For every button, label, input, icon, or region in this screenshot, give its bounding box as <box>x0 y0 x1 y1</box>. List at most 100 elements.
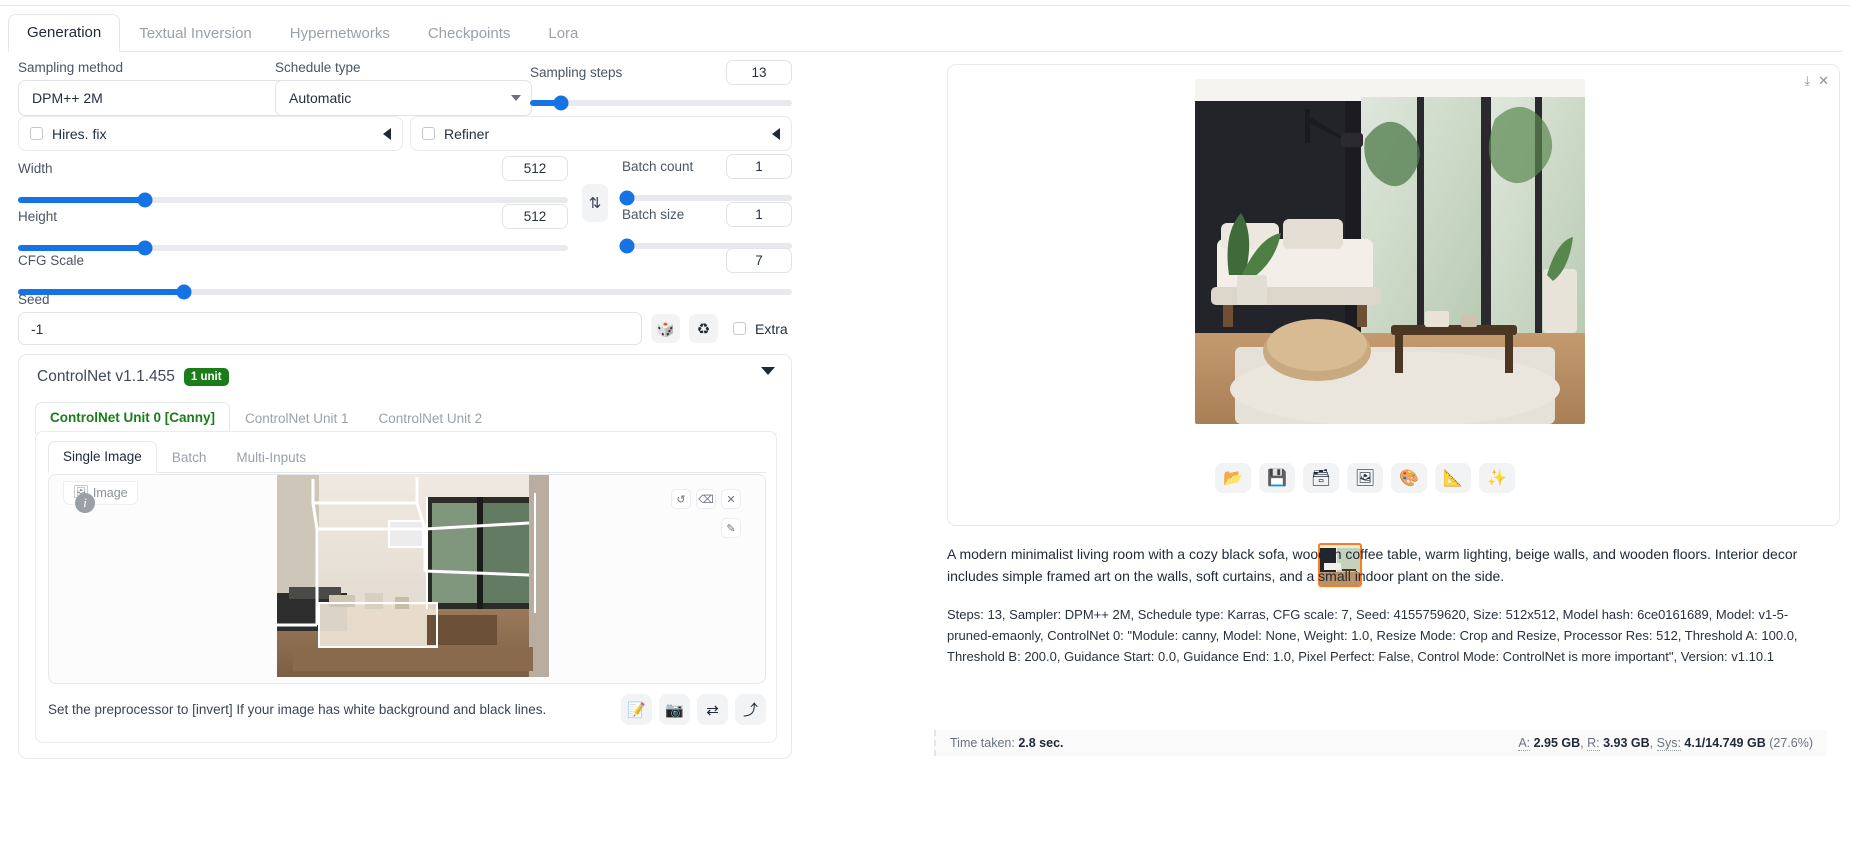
result-toolbar: 📂 💾 🗃 🖼 🎨 📐 ✨ <box>1215 463 1515 493</box>
extra-label: Extra <box>755 320 788 337</box>
time-taken-label: Time taken: <box>950 736 1015 750</box>
seed-group: Seed -1 🎲 ♻ Extra <box>18 292 792 345</box>
recycle-icon[interactable]: ♻ <box>689 314 718 343</box>
height-label: Height <box>18 209 58 224</box>
triangular-ruler-icon[interactable]: 📐 <box>1435 463 1471 493</box>
tab-controlnet-unit-0[interactable]: ControlNet Unit 0 [Canny] <box>35 402 230 434</box>
send-arrow-icon[interactable]: ⤴ <box>735 694 766 725</box>
generated-image[interactable] <box>1195 79 1585 424</box>
tab-lora[interactable]: Lora <box>529 15 597 52</box>
width-group: Width 512 <box>18 156 568 208</box>
system-memory-label: Sys: <box>1656 736 1681 751</box>
width-value[interactable]: 512 <box>502 156 568 181</box>
slider-track <box>619 190 792 206</box>
tab-generation[interactable]: Generation <box>8 14 121 52</box>
tab-hypernetworks[interactable]: Hypernetworks <box>271 15 409 52</box>
palette-icon[interactable]: 🎨 <box>1391 463 1427 493</box>
sparkles-icon[interactable]: ✨ <box>1479 463 1515 493</box>
controlnet-unit-tabs: ControlNet Unit 0 [Canny] ControlNet Uni… <box>35 402 777 434</box>
save-icon[interactable]: 💾 <box>1259 463 1295 493</box>
active-memory-label: A: <box>1518 736 1531 751</box>
stable-diffusion-webui: Generation Textual Inversion Hypernetwor… <box>0 0 1850 845</box>
controlnet-unit-badge: 1 unit <box>183 368 229 386</box>
generation-settings-panel: Sampling method DPM++ 2M Schedule type A… <box>10 56 800 845</box>
system-memory-percent: (27.6%) <box>1769 736 1813 750</box>
camera-icon[interactable]: 📷 <box>659 694 690 725</box>
status-bar: Time taken: 2.8 sec. A: 2.95 GB, R: 3.93… <box>934 730 1827 756</box>
schedule-type-label: Schedule type <box>275 60 361 75</box>
seed-input[interactable]: -1 <box>18 312 642 345</box>
tab-textual-inversion[interactable]: Textual Inversion <box>120 15 271 52</box>
batch-count-value[interactable]: 1 <box>726 154 792 179</box>
swap-arrows-icon[interactable]: ⇄ <box>697 694 728 725</box>
cfg-scale-value[interactable]: 7 <box>726 248 792 273</box>
controlnet-input-image <box>277 475 549 677</box>
top-divider <box>0 5 1850 6</box>
active-memory-value: 2.95 GB <box>1533 736 1581 750</box>
schedule-type-select[interactable]: Automatic <box>275 80 532 116</box>
batch-count-slider[interactable] <box>619 190 792 206</box>
controlnet-image-dropzone[interactable]: 🖼 Image i ↺ ⌫ ✕ ✎ <box>48 474 766 684</box>
refiner-checkbox[interactable] <box>422 127 435 140</box>
batch-count-group: Batch count 1 <box>619 154 792 206</box>
image-edit-controls: ✎ <box>721 518 741 538</box>
result-panel: ⤓ ✕ 📂 💾 🗃 🖼 🎨 📐 ✨ A modern minimalist li… <box>934 64 1840 756</box>
image-preview-controls: ↺ ⌫ ✕ <box>671 489 741 509</box>
chevron-down-icon <box>511 95 521 101</box>
sampling-steps-label: Sampling steps <box>530 65 623 80</box>
controlnet-card: ControlNet v1.1.455 1 unit ControlNet Un… <box>18 354 792 759</box>
batch-count-label: Batch count <box>622 159 694 174</box>
generation-metadata: Steps: 13, Sampler: DPM++ 2M, Schedule t… <box>947 607 1798 665</box>
dice-icon[interactable]: 🎲 <box>651 314 680 343</box>
batch-size-group: Batch size 1 <box>619 202 792 254</box>
close-icon[interactable]: ✕ <box>721 489 741 509</box>
prompt-text: A modern minimalist living room with a c… <box>947 546 1798 584</box>
collapse-left-icon[interactable] <box>772 127 780 140</box>
swap-dimensions-button[interactable]: ⇅ <box>582 184 608 222</box>
folder-icon[interactable]: 📂 <box>1215 463 1251 493</box>
tab-batch[interactable]: Batch <box>157 442 222 473</box>
sampling-steps-value[interactable]: 13 <box>726 60 792 85</box>
info-icon[interactable]: i <box>75 493 95 513</box>
width-slider[interactable] <box>18 192 568 208</box>
refiner-panel[interactable]: Refiner <box>410 116 792 151</box>
tab-multi-inputs[interactable]: Multi-Inputs <box>221 442 321 473</box>
reserved-memory-label: R: <box>1587 736 1600 751</box>
height-value[interactable]: 512 <box>502 204 568 229</box>
schedule-type-value: Automatic <box>289 90 352 106</box>
tab-controlnet-unit-1[interactable]: ControlNet Unit 1 <box>230 403 364 434</box>
collapse-left-icon[interactable] <box>383 127 391 140</box>
tab-single-image[interactable]: Single Image <box>48 441 157 473</box>
sampling-steps-slider[interactable] <box>530 95 792 111</box>
download-icon[interactable]: ⤓ <box>1804 73 1810 89</box>
hires-fix-checkbox[interactable] <box>30 127 43 140</box>
batch-size-label: Batch size <box>622 207 685 222</box>
card-file-box-icon[interactable]: 🗃 <box>1303 463 1339 493</box>
slider-knob[interactable] <box>553 95 569 111</box>
sampling-method-value: DPM++ 2M <box>32 90 103 106</box>
tab-controlnet-unit-2[interactable]: ControlNet Unit 2 <box>364 403 498 434</box>
controlnet-input-tabs: Single Image Batch Multi-Inputs <box>48 441 766 473</box>
batch-size-value[interactable]: 1 <box>726 202 792 227</box>
slider-track <box>18 192 568 208</box>
controlnet-header: ControlNet v1.1.455 1 unit <box>37 368 229 386</box>
pen-icon[interactable]: ✎ <box>721 518 741 538</box>
controlnet-title: ControlNet v1.1.455 <box>37 368 175 385</box>
tab-checkpoints[interactable]: Checkpoints <box>409 15 530 52</box>
edit-note-icon[interactable]: 📝 <box>621 694 652 725</box>
undo-icon[interactable]: ↺ <box>671 489 691 509</box>
cfg-scale-label: CFG Scale <box>18 253 85 268</box>
controlnet-actions-row: Set the preprocessor to [invert] If your… <box>48 694 766 725</box>
hires-fix-label: Hires. fix <box>52 125 107 142</box>
sampling-steps-group: Sampling steps 13 <box>530 60 792 111</box>
time-taken: Time taken: 2.8 sec. <box>950 736 1064 750</box>
image-tag-text: Image <box>92 485 128 500</box>
chevron-down-icon[interactable] <box>761 367 775 375</box>
extra-checkbox[interactable] <box>733 322 746 335</box>
picture-icon[interactable]: 🖼 <box>1347 463 1383 493</box>
height-group: Height 512 <box>18 204 568 256</box>
hires-fix-panel[interactable]: Hires. fix <box>18 116 403 151</box>
close-icon[interactable]: ✕ <box>1818 73 1829 89</box>
erase-icon[interactable]: ⌫ <box>696 489 716 509</box>
cfg-scale-group: CFG Scale 7 <box>18 248 792 300</box>
